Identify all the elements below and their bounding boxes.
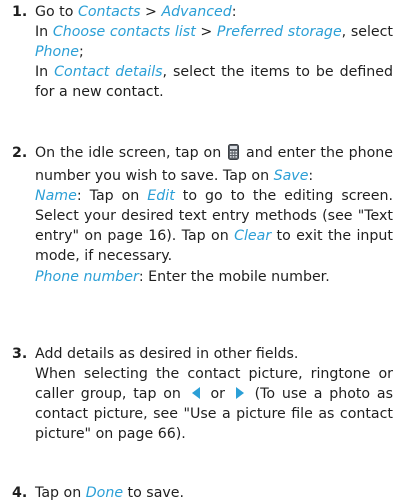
step-line: Add details as desired in other fields.: [35, 344, 393, 364]
step-body: On the idle screen, tap on and enter the…: [35, 143, 393, 287]
text: Go to: [35, 4, 78, 20]
ui-term-name: Name: [35, 188, 77, 205]
step-line: Name: Tap on Edit to go to the editing s…: [35, 186, 393, 266]
text: :: [308, 168, 314, 185]
text: or: [203, 386, 232, 403]
text: In: [35, 64, 55, 81]
ui-term-contacts: Contacts: [77, 4, 141, 20]
right-arrow-icon: [235, 387, 244, 400]
step-line: On the idle screen, tap on and enter the…: [35, 143, 393, 186]
step-1: 1. Go to Contacts > Advanced: In Choose …: [12, 2, 393, 102]
ui-term-phone-number: Phone number: [35, 268, 139, 285]
ui-term-choose-contacts-list: Choose contacts list: [52, 24, 196, 41]
ui-term-preferred-storage: Preferred storage: [216, 24, 342, 41]
text: : Enter the mobile number.: [138, 268, 330, 285]
step-line: In Contact details, select the items to …: [35, 62, 393, 102]
step-body: Go to Contacts > Advanced: In Choose con…: [35, 2, 393, 102]
text: :: [231, 4, 237, 20]
phone-keypad-icon: [228, 144, 240, 166]
ui-term-done: Done: [85, 485, 124, 501]
text: ;: [78, 44, 84, 61]
text: In: [35, 24, 53, 41]
step-line: In Choose contacts list > Preferred stor…: [35, 22, 393, 62]
step-2: 2. On the idle screen, tap on and enter …: [12, 143, 393, 287]
left-arrow-icon: [191, 387, 200, 400]
step-3: 3. Add details as desired in other field…: [12, 344, 393, 444]
step-line: Tap on Done to save.: [35, 483, 393, 503]
text: Tap on: [35, 485, 86, 501]
text: : Tap on: [76, 188, 148, 205]
ui-term-edit: Edit: [147, 188, 175, 205]
step-line: When selecting the contact picture, ring…: [35, 364, 393, 444]
ui-term-clear: Clear: [234, 228, 272, 245]
separator: >: [195, 24, 217, 41]
step-4: 4. Tap on Done to save.: [12, 483, 393, 503]
ui-term-contact-details: Contact details: [54, 64, 163, 81]
text: select: [350, 24, 393, 41]
ui-term-phone: Phone: [35, 44, 79, 61]
step-number: 4.: [12, 485, 28, 501]
step-number: 3.: [12, 346, 28, 362]
step-body: Tap on Done to save.: [35, 483, 393, 503]
step-line: Go to Contacts > Advanced:: [35, 2, 393, 22]
step-body: Add details as desired in other fields. …: [35, 344, 393, 444]
step-line: Phone number: Enter the mobile number.: [35, 267, 393, 287]
text: On the idle screen, tap on: [35, 145, 227, 161]
text: to save.: [123, 485, 185, 501]
ui-term-advanced: Advanced: [161, 4, 232, 20]
step-number: 1.: [12, 4, 28, 20]
separator: >: [140, 4, 162, 20]
ui-term-save: Save: [273, 168, 309, 185]
text: Add details as desired in other fields.: [35, 346, 299, 362]
step-number: 2.: [12, 145, 28, 161]
text: ,: [341, 24, 347, 41]
